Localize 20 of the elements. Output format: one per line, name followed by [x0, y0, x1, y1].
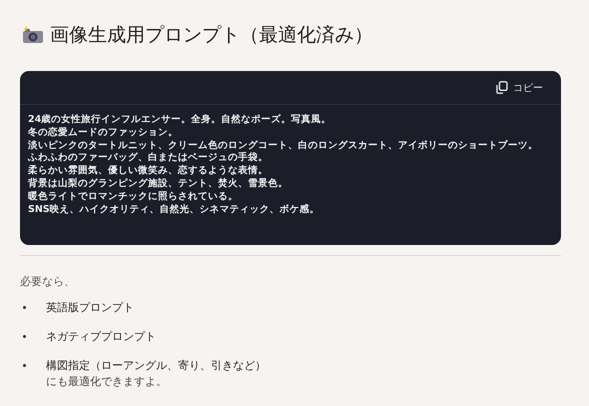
prompt-line: 24歳の女性旅行インフルエンサー。全身。自然なポーズ。写真風。 — [28, 114, 332, 126]
bullet-icon — [23, 335, 26, 338]
prompt-line: 淡いピンクのタートルニット、クリーム色のロングコート、白のロングスカート、アイボリーのショートブーツ。 — [28, 140, 539, 152]
prompt-line: 背景は山梨のグランピング施設、テント、焚火、雪景色。 — [28, 178, 289, 191]
prompt-line: 暖色ライトでロマンチックに照らされている。 — [28, 190, 239, 204]
copy-icon — [496, 81, 508, 94]
option-label: 英語版プロンプト — [46, 300, 134, 316]
prompt-line: ふわふわのファーバッグ、白またはベージュの手袋。 — [28, 152, 269, 164]
copy-button[interactable]: コピー — [494, 78, 545, 96]
option-label: 構図指定（ローアングル、寄り、引きなど） — [46, 358, 266, 374]
prompt-line: 冬の恋愛ムードのファッション。 — [28, 126, 179, 140]
camera-icon — [22, 26, 44, 44]
page-title: 画像生成用プロンプト（最適化済み） — [50, 23, 373, 48]
continuation-text: にも最適化できますよ。 — [46, 374, 168, 389]
intro-text: 必要なら、 — [20, 274, 76, 289]
prompt-line: SNS映え、ハイクオリティ、自然光、シネマティック、ボケ感。 — [28, 204, 321, 216]
bullet-icon — [23, 306, 26, 309]
option-label: ネガティブプロンプト — [46, 329, 156, 345]
prompt-line: 柔らかい雰囲気、優しい微笑み、恋するような表情。 — [28, 165, 269, 178]
bullet-icon — [23, 364, 26, 367]
